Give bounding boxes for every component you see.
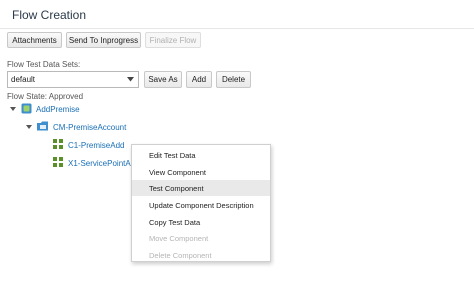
attachments-button[interactable]: Attachments (7, 32, 62, 48)
tree-node-root[interactable]: AddPremise (10, 103, 80, 115)
expand-triangle-icon[interactable] (10, 107, 16, 111)
menu-item-update-component-description[interactable]: Update Component Description (132, 197, 270, 213)
menu-item-move-component[interactable]: Move Component (132, 230, 270, 246)
delete-button[interactable]: Delete (216, 71, 251, 88)
menu-item-delete-component[interactable]: Delete Component (132, 247, 270, 263)
test-data-set-value: default (11, 75, 36, 84)
add-button[interactable]: Add (186, 71, 212, 88)
send-to-inprogress-button[interactable]: Send To Inprogress (66, 32, 141, 48)
page-title: Flow Creation (12, 8, 87, 22)
tree-node-label[interactable]: C1-PremiseAdd (68, 141, 124, 150)
flow-state-label: Flow State: Approved (7, 92, 84, 101)
menu-item-view-component[interactable]: View Component (132, 164, 270, 180)
component-grid-icon (53, 139, 63, 151)
finalize-flow-button[interactable]: Finalize Flow (145, 32, 201, 48)
test-data-set-select[interactable]: default (7, 71, 139, 88)
menu-item-edit-test-data[interactable]: Edit Test Data (132, 147, 270, 163)
expand-triangle-icon[interactable] (26, 125, 32, 129)
tree-node-leaf[interactable]: X1-ServicePointAdd (53, 157, 140, 169)
tree-node-label[interactable]: CM-PremiseAccount (53, 123, 126, 132)
menu-item-copy-test-data[interactable]: Copy Test Data (132, 214, 270, 230)
tree-node-label[interactable]: X1-ServicePointAdd (68, 159, 140, 168)
save-as-button[interactable]: Save As (144, 71, 182, 88)
menu-item-test-component[interactable]: Test Component (132, 180, 270, 196)
chevron-down-icon[interactable] (122, 72, 138, 87)
tree-node-child[interactable]: CM-PremiseAccount (26, 121, 126, 133)
component-grid-icon (53, 157, 63, 169)
tree-node-label[interactable]: AddPremise (36, 105, 80, 114)
page-header: Flow Creation (0, 0, 474, 29)
test-data-sets-label: Flow Test Data Sets: (7, 60, 81, 69)
tree-node-leaf[interactable]: C1-PremiseAdd (53, 139, 124, 151)
flow-icon (21, 103, 32, 116)
folder-icon (37, 121, 49, 133)
context-menu: Edit Test Data View Component Test Compo… (131, 144, 271, 262)
